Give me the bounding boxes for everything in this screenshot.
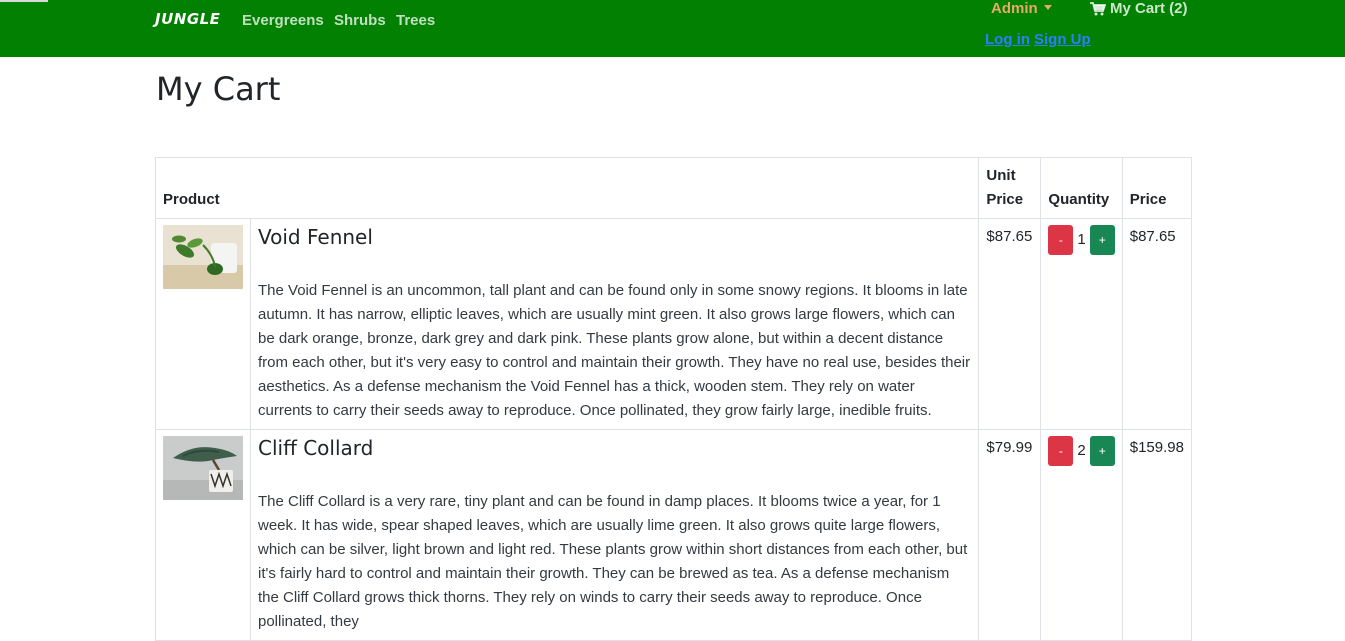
product-description: The Cliff Collard is a very rare, tiny p… xyxy=(258,493,968,630)
plant-thumbnail xyxy=(163,225,243,289)
product-name[interactable]: Void Fennel xyxy=(258,225,971,249)
product-image-cell xyxy=(155,218,251,430)
plant-thumbnail xyxy=(163,436,243,500)
top-edge-divider xyxy=(0,0,48,2)
table-row: Void Fennel The Void Fennel is an uncomm… xyxy=(155,218,1193,430)
cart-icon xyxy=(1090,1,1106,15)
auth-links: Log in Sign Up xyxy=(985,31,1095,48)
page-title: My Cart xyxy=(156,70,281,108)
cart-link[interactable]: My Cart (2) xyxy=(1090,0,1188,17)
line-price: $159.98 xyxy=(1121,429,1193,641)
quantity-value: 2 xyxy=(1077,442,1086,459)
unit-price: $79.99 xyxy=(978,429,1042,641)
brand-logo[interactable]: JUNGLE xyxy=(155,10,220,28)
product-info-cell: Void Fennel The Void Fennel is an uncomm… xyxy=(249,218,980,430)
cart-table: Product Unit Price Quantity Price Void F… xyxy=(154,157,1193,641)
top-navbar: JUNGLE Evergreens Shrubs Trees Admin My … xyxy=(0,0,1345,57)
cart-label: My Cart (2) xyxy=(1110,0,1188,17)
unit-price: $87.65 xyxy=(978,218,1042,430)
increase-quantity-button[interactable]: + xyxy=(1089,436,1115,466)
product-description: The Void Fennel is an uncommon, tall pla… xyxy=(258,282,971,419)
product-image-cell xyxy=(155,429,251,641)
quantity-cell: - 2 + xyxy=(1040,429,1123,641)
product-name[interactable]: Cliff Collard xyxy=(258,436,971,460)
admin-dropdown[interactable]: Admin xyxy=(991,0,1052,17)
increase-quantity-button[interactable]: + xyxy=(1089,225,1115,255)
decrease-quantity-button[interactable]: - xyxy=(1048,436,1074,466)
admin-label: Admin xyxy=(991,0,1038,17)
decrease-quantity-button[interactable]: - xyxy=(1048,225,1074,255)
table-row: Cliff Collard The Cliff Collard is a ver… xyxy=(155,429,1193,641)
header-product: Product xyxy=(154,157,980,219)
signup-link[interactable]: Sign Up xyxy=(1034,31,1091,48)
header-quantity: Quantity xyxy=(1040,157,1123,219)
quantity-cell: - 1 + xyxy=(1040,218,1123,430)
caret-down-icon xyxy=(1043,5,1052,10)
nav-link-trees[interactable]: Trees xyxy=(396,12,435,29)
header-unit-price: Unit Price xyxy=(978,157,1042,219)
table-header-row: Product Unit Price Quantity Price xyxy=(154,157,1193,219)
quantity-value: 1 xyxy=(1077,231,1086,248)
nav-link-shrubs[interactable]: Shrubs xyxy=(334,12,386,29)
login-link[interactable]: Log in xyxy=(985,31,1030,48)
nav-link-evergreens[interactable]: Evergreens xyxy=(242,12,324,29)
product-info-cell: Cliff Collard The Cliff Collard is a ver… xyxy=(249,429,980,641)
line-price: $87.65 xyxy=(1121,218,1193,430)
header-price: Price xyxy=(1121,157,1193,219)
